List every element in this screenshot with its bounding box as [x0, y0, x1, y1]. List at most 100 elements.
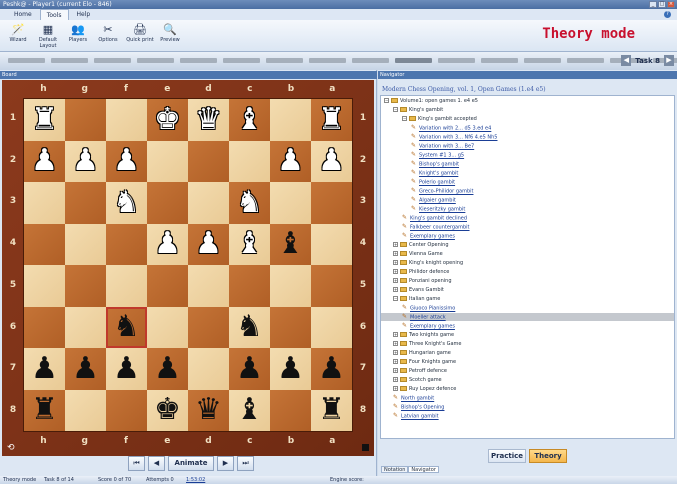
board-square-h7[interactable]: ♟: [24, 348, 65, 390]
tree-folder-item[interactable]: + Ponziani opening: [381, 277, 674, 285]
tree-link-item[interactable]: ✎ Moeller attack: [381, 313, 674, 321]
tab-home[interactable]: Home: [8, 9, 38, 20]
flip-board-icon[interactable]: ⟲: [7, 443, 15, 453]
first-move-button[interactable]: ⏮: [128, 456, 145, 471]
board-square-b5[interactable]: [270, 265, 311, 307]
prev-move-button[interactable]: ◀: [148, 456, 165, 471]
board-square-d8[interactable]: ♛: [188, 389, 229, 431]
tree-link-item[interactable]: ✎ System #1 3... g5: [381, 151, 674, 159]
tree-link-item[interactable]: ✎ Variation with 2... d5 3.ed e4: [381, 124, 674, 132]
tree-item-link[interactable]: King's gambit declined: [410, 216, 467, 222]
board-square-e7[interactable]: ♟: [147, 348, 188, 390]
tree-link-item[interactable]: ✎ Kieseritzky gambit: [381, 205, 674, 213]
expand-icon[interactable]: +: [393, 287, 398, 292]
minimize-button[interactable]: _: [649, 1, 657, 8]
collapse-icon[interactable]: −: [402, 116, 407, 121]
tree-link-item[interactable]: ✎ King's gambit declined: [381, 214, 674, 222]
board-square-a8[interactable]: ♜: [311, 389, 352, 431]
expand-icon[interactable]: +: [393, 386, 398, 391]
black-pawn-icon[interactable]: ♟: [72, 353, 99, 384]
board-square-a5[interactable]: [311, 265, 352, 307]
board-square-e1[interactable]: ♚: [147, 99, 188, 141]
theory-button[interactable]: Theory: [529, 449, 567, 463]
board-square-d4[interactable]: ♟: [188, 223, 229, 265]
tree-folder-item[interactable]: + Vienna Game: [381, 250, 674, 258]
help-icon[interactable]: ?: [664, 11, 671, 18]
expand-icon[interactable]: +: [393, 269, 398, 274]
tree-item-link[interactable]: Giuoco Pianissimo: [410, 306, 455, 312]
tree-item-link[interactable]: Bishop's gambit: [419, 162, 459, 168]
black-king-icon[interactable]: ♚: [154, 395, 181, 425]
black-bishop-icon[interactable]: ♝: [236, 395, 263, 425]
board-square-c6[interactable]: ♞: [229, 306, 270, 348]
tree-folder-item[interactable]: − King's gambit accepted: [381, 115, 674, 123]
board-square-b1[interactable]: [270, 99, 311, 141]
expand-icon[interactable]: +: [393, 377, 398, 382]
board-square-f1[interactable]: [106, 99, 147, 141]
board-square-d1[interactable]: ♛: [188, 99, 229, 141]
default-layout-button[interactable]: ▦ Default Layout: [34, 23, 62, 49]
tree-link-item[interactable]: ✎ North gambit: [381, 394, 674, 402]
black-rook-icon[interactable]: ♜: [318, 395, 345, 425]
tree-item-link[interactable]: Falkbeer countergambit: [410, 225, 470, 231]
black-pawn-icon[interactable]: ♟: [113, 353, 140, 384]
board-square-e6[interactable]: [147, 306, 188, 348]
board-square-a3[interactable]: [311, 182, 352, 224]
expand-icon[interactable]: +: [393, 332, 398, 337]
white-king-icon[interactable]: ♚: [154, 104, 181, 135]
tree-folder-item[interactable]: + Philidor defence: [381, 268, 674, 276]
tree-folder-item[interactable]: + Hungarian game: [381, 349, 674, 357]
white-pawn-icon[interactable]: ♟: [72, 146, 99, 176]
tree-item-link[interactable]: System #1 3... g5: [419, 153, 464, 159]
black-pawn-icon[interactable]: ♟: [154, 353, 181, 384]
tree-link-item[interactable]: ✎ Variation with 3... Nf6 4.e5 Nh5: [381, 133, 674, 141]
board-square-f5[interactable]: [106, 265, 147, 307]
board-square-a2[interactable]: ♟: [311, 140, 352, 182]
tree-item-link[interactable]: Algaier gambit: [419, 198, 456, 204]
preview-button[interactable]: 🔍 Preview: [156, 23, 184, 43]
board-square-h6[interactable]: [24, 306, 65, 348]
board-square-e5[interactable]: [147, 265, 188, 307]
board-square-g4[interactable]: [65, 223, 106, 265]
white-pawn-icon[interactable]: ♟: [31, 146, 58, 176]
expand-icon[interactable]: +: [393, 350, 398, 355]
tree-link-item[interactable]: ✎ Bishop's gambit: [381, 160, 674, 168]
tree-item-link[interactable]: Variation with 2... d5 3.ed e4: [419, 126, 491, 132]
tree-folder-item[interactable]: + King's knight opening: [381, 259, 674, 267]
board-square-e8[interactable]: ♚: [147, 389, 188, 431]
white-queen-icon[interactable]: ♛: [195, 104, 222, 135]
white-rook-icon[interactable]: ♜: [31, 104, 58, 135]
tree-item-link[interactable]: Greco-Philidor gambit: [419, 189, 473, 195]
expand-icon[interactable]: +: [393, 251, 398, 256]
white-pawn-icon[interactable]: ♟: [318, 146, 345, 176]
white-bishop-icon[interactable]: ♝: [236, 104, 263, 135]
tree-item-link[interactable]: Variation with 3... Nf6 4.e5 Nh5: [419, 135, 498, 141]
board-square-g5[interactable]: [65, 265, 106, 307]
prev-task-button[interactable]: ◀: [621, 55, 632, 66]
last-move-button[interactable]: ⏭: [237, 456, 254, 471]
board-square-h3[interactable]: [24, 182, 65, 224]
expand-icon[interactable]: +: [393, 278, 398, 283]
board-square-b3[interactable]: [270, 182, 311, 224]
board-square-b2[interactable]: ♟: [270, 140, 311, 182]
white-pawn-icon[interactable]: ♟: [277, 146, 304, 176]
white-knight-icon[interactable]: ♞: [113, 187, 140, 218]
black-pawn-icon[interactable]: ♟: [277, 353, 304, 384]
white-knight-icon[interactable]: ♞: [236, 187, 263, 218]
tree-item-link[interactable]: Bishop's Opening: [401, 405, 444, 411]
expand-icon[interactable]: +: [393, 368, 398, 373]
board-square-g6[interactable]: [65, 306, 106, 348]
tree-folder-item[interactable]: + Evans Gambit: [381, 286, 674, 294]
chess-board[interactable]: ♜ ♚ ♛ ♝ ♜ ♟ ♟ ♟ ♟ ♟ ♞ ♞ ♟ ♟ ♝ ♝ ♞ ♞ ♟ ♟ ♟ ♟ ♟ ♟ ♟ ♜ ♚ ♛ ♝ ♜: [23, 98, 353, 432]
board-square-d6[interactable]: [188, 306, 229, 348]
tree-folder-item[interactable]: + Scotch game: [381, 376, 674, 384]
expand-icon[interactable]: +: [393, 359, 398, 364]
tree-folder-item[interactable]: − Italian game: [381, 295, 674, 303]
tree-link-item[interactable]: ✎ Latvian gambit: [381, 412, 674, 420]
board-square-g1[interactable]: [65, 99, 106, 141]
tree-link-item[interactable]: ✎ Bishop's Opening: [381, 403, 674, 411]
board-square-h2[interactable]: ♟: [24, 140, 65, 182]
tree-folder-item[interactable]: + Four Knights game: [381, 358, 674, 366]
tree-item-link[interactable]: Kieseritzky gambit: [419, 207, 465, 213]
board-square-a7[interactable]: ♟: [311, 348, 352, 390]
